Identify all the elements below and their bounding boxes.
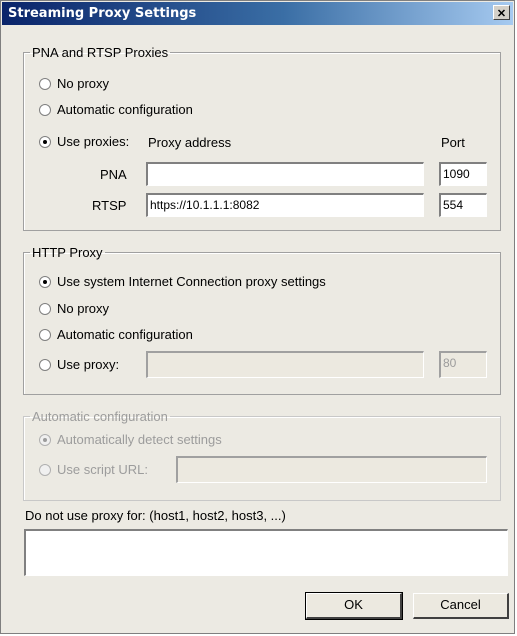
http-proxy-port-input[interactable]: 80 — [439, 351, 487, 378]
http-no-proxy-label: No proxy — [57, 301, 110, 316]
cancel-button[interactable]: Cancel — [413, 593, 509, 619]
use-script-radio[interactable] — [39, 463, 51, 476]
pna-address-input[interactable] — [146, 162, 424, 186]
http-auto-config-label: Automatic configuration — [57, 327, 193, 342]
auto-detect-option[interactable]: Automatically detect settings — [39, 432, 222, 447]
proxy-address-header: Proxy address — [148, 135, 232, 150]
http-use-proxy-radio[interactable] — [39, 358, 51, 371]
pna-no-proxy-option[interactable]: No proxy — [39, 76, 109, 91]
http-auto-config-option[interactable]: Automatic configuration — [39, 327, 193, 342]
auto-detect-radio[interactable] — [39, 433, 51, 446]
use-script-label: Use script URL: — [57, 462, 149, 477]
pna-auto-config-label: Automatic configuration — [57, 102, 193, 117]
rtsp-address-input[interactable]: https://10.1.1.1:8082 — [146, 193, 424, 217]
pna-port-input[interactable]: 1090 — [439, 162, 487, 186]
use-script-option[interactable]: Use script URL: — [39, 462, 148, 477]
close-button[interactable] — [493, 5, 510, 20]
auto-detect-label: Automatically detect settings — [57, 432, 222, 447]
http-use-system-radio[interactable] — [39, 275, 51, 288]
http-use-system-label: Use system Internet Connection proxy set… — [57, 274, 326, 289]
dialog-window: Streaming Proxy Settings PNA and RTSP Pr… — [0, 0, 515, 634]
exclusions-input[interactable] — [24, 529, 508, 576]
pna-auto-config-option[interactable]: Automatic configuration — [39, 102, 193, 117]
auto-config-group: Automatic configuration — [23, 409, 501, 501]
pna-no-proxy-label: No proxy — [57, 76, 110, 91]
script-url-input[interactable] — [176, 456, 487, 483]
pna-label: PNA — [100, 167, 127, 182]
rtsp-port-input[interactable]: 554 — [439, 193, 487, 217]
rtsp-label: RTSP — [92, 198, 127, 213]
http-proxy-legend: HTTP Proxy — [32, 245, 103, 260]
http-use-proxy-option[interactable]: Use proxy: — [39, 357, 119, 372]
pna-rtsp-legend: PNA and RTSP Proxies — [32, 45, 169, 60]
pna-auto-config-radio[interactable] — [39, 103, 51, 116]
http-no-proxy-option[interactable]: No proxy — [39, 301, 109, 316]
http-proxy-address-input[interactable] — [146, 351, 424, 378]
auto-config-legend: Automatic configuration — [32, 409, 168, 424]
window-title: Streaming Proxy Settings — [8, 6, 197, 21]
port-header: Port — [441, 135, 465, 150]
http-no-proxy-radio[interactable] — [39, 302, 51, 315]
pna-use-proxies-label: Use proxies: — [57, 134, 130, 149]
http-use-system-option[interactable]: Use system Internet Connection proxy set… — [39, 274, 326, 289]
title-bar[interactable]: Streaming Proxy Settings — [2, 2, 513, 25]
ok-button[interactable]: OK — [305, 592, 403, 620]
pna-use-proxies-radio[interactable] — [39, 135, 51, 148]
pna-use-proxies-option[interactable]: Use proxies: — [39, 134, 129, 149]
exclusions-label: Do not use proxy for: (host1, host2, hos… — [25, 508, 286, 523]
http-use-proxy-label: Use proxy: — [57, 357, 120, 372]
http-auto-config-radio[interactable] — [39, 328, 51, 341]
pna-no-proxy-radio[interactable] — [39, 77, 51, 90]
